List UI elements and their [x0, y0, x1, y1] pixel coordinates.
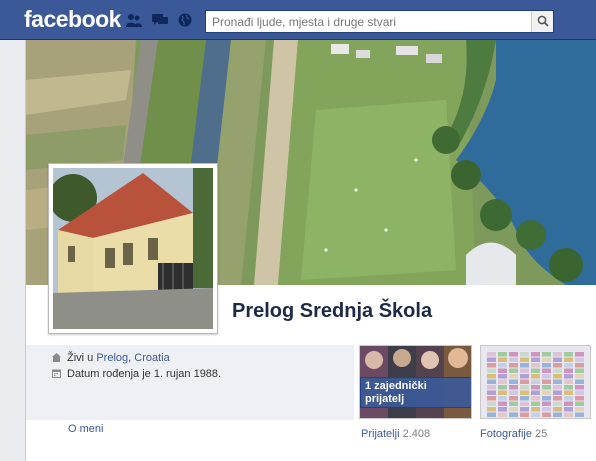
lives-in-row: Živi u Prelog, Croatia [52, 352, 170, 364]
search-input[interactable] [206, 11, 531, 32]
mutual-friends-overlay[interactable]: 1 zajednički prijatelj [360, 377, 471, 408]
timeline-column: Prelog Srednja Škola Živi u Prelog, Croa… [25, 40, 596, 461]
notifications-globe-icon[interactable] [177, 13, 193, 27]
lives-city-link[interactable]: Prelog [96, 352, 128, 364]
lives-in-prefix: Živi u [67, 352, 97, 364]
messages-icon[interactable] [152, 13, 168, 27]
profile-name[interactable]: Prelog Srednja Škola [232, 300, 432, 323]
calendar-icon [52, 369, 61, 378]
friends-count: 2.408 [402, 428, 431, 440]
photos-label: Fotografije [480, 428, 532, 440]
photos-thumbnail[interactable] [480, 345, 591, 419]
about-link[interactable]: O meni [68, 423, 103, 435]
home-icon [52, 353, 61, 362]
search-icon [537, 15, 549, 27]
friends-label-link[interactable]: Prijatelji 2.408 [361, 428, 430, 440]
profile-picture[interactable] [48, 163, 218, 334]
facebook-logo[interactable]: facebook [24, 6, 121, 33]
profile-info-box: Živi u Prelog, Croatia Datum rođenja je … [26, 345, 354, 420]
top-bar: facebook [0, 0, 596, 40]
photos-label-link[interactable]: Fotografije 25 [480, 428, 547, 440]
friends-thumbnail[interactable]: 1 zajednički prijatelj [359, 345, 472, 419]
search-button[interactable] [531, 11, 553, 32]
lives-country-link[interactable]: Croatia [134, 352, 169, 364]
birthday-row: Datum rođenja je 1. rujan 1988. [52, 368, 221, 380]
photos-count: 25 [535, 428, 548, 440]
birthday-text: Datum rođenja je 1. rujan 1988. [67, 368, 222, 380]
search-box [205, 10, 554, 33]
friends-label: Prijatelji [361, 428, 400, 440]
friend-requests-icon[interactable] [126, 13, 142, 27]
